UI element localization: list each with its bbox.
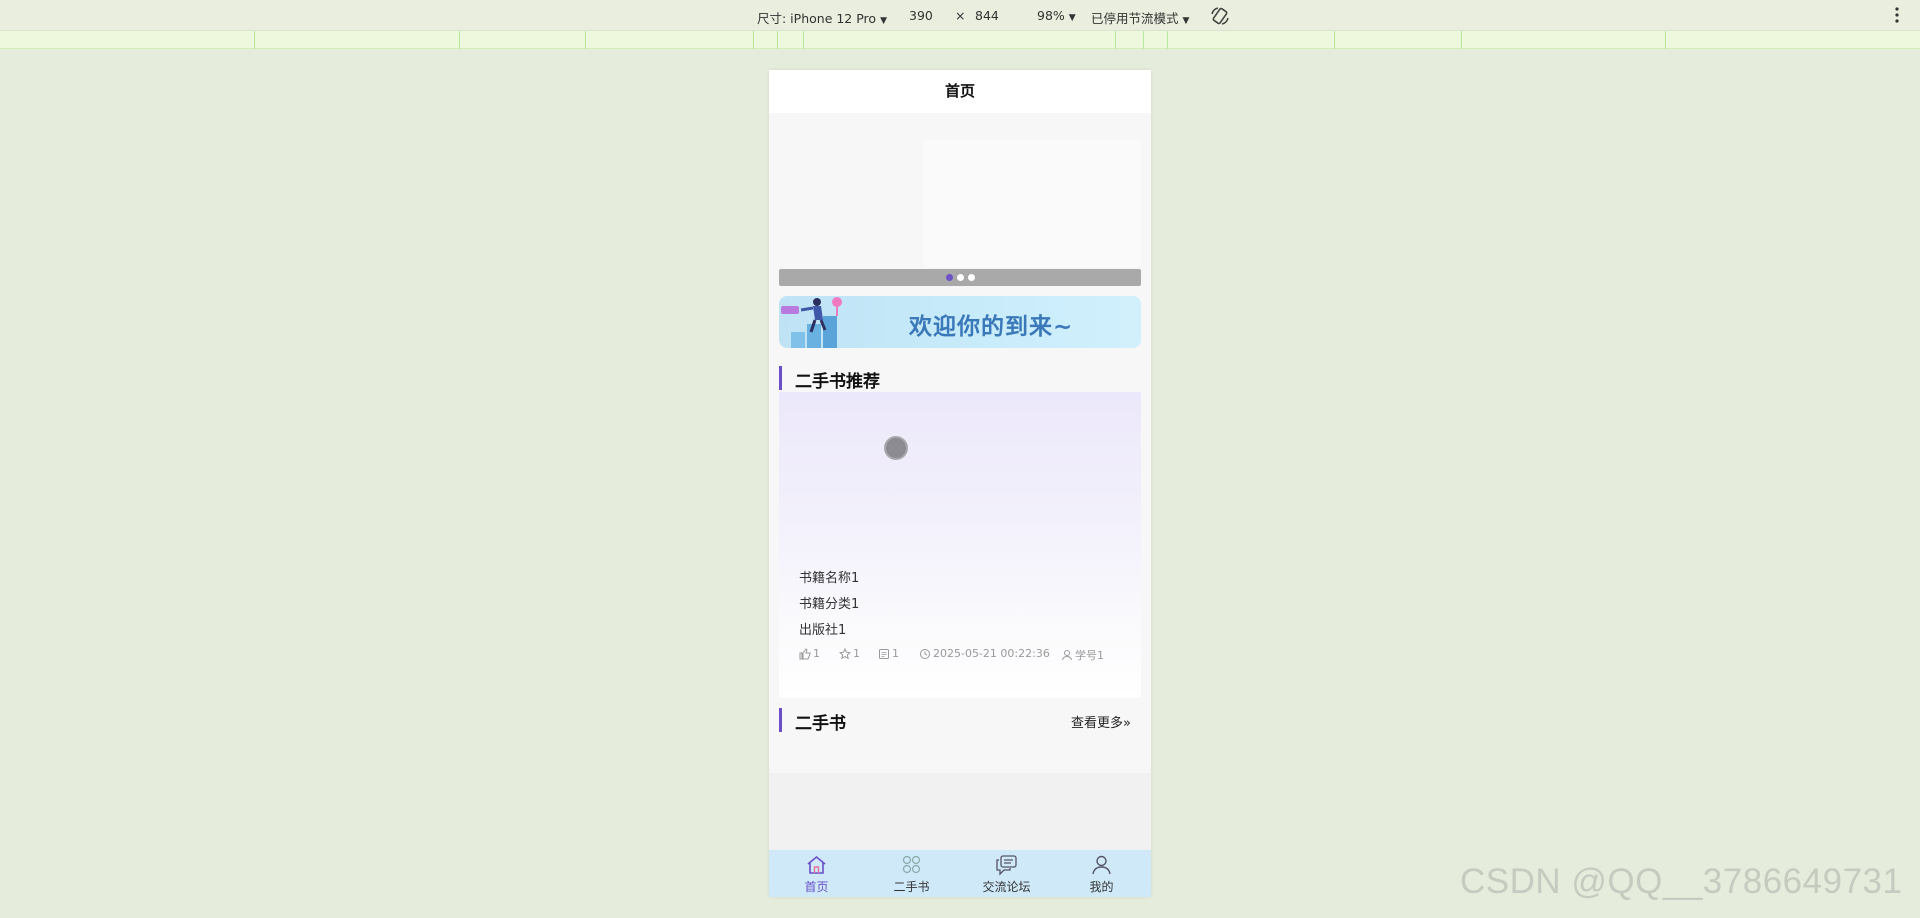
- tab-secondhand[interactable]: 二手书: [864, 850, 959, 897]
- ruler-mark[interactable]: [254, 31, 255, 49]
- user-icon: [1092, 855, 1111, 875]
- device-select[interactable]: 尺寸: iPhone 12 Pro ▼: [757, 8, 887, 27]
- ruler-mark[interactable]: [1143, 31, 1144, 49]
- throttle-select[interactable]: 已停用节流模式 ▼: [1091, 8, 1189, 27]
- view-more-link[interactable]: 查看更多»: [1071, 712, 1131, 731]
- ruler-mark[interactable]: [1665, 31, 1666, 49]
- recommend-book-card[interactable]: 书籍名称1 书籍分类1 出版社1 1 1 1 2025-05-21 00:22:…: [779, 392, 1141, 698]
- comment-icon: [879, 648, 889, 659]
- tab-home-label: 首页: [804, 880, 829, 894]
- rotate-icon[interactable]: [1209, 5, 1231, 27]
- tab-profile-label: 我的: [1089, 880, 1114, 894]
- grid-icon: [902, 855, 921, 874]
- publish-time-value: 2025-05-21 00:22:36: [933, 647, 1050, 660]
- comment-count[interactable]: 1: [878, 647, 899, 660]
- tab-secondhand-label: 二手书: [893, 880, 930, 894]
- author-value: 学号1: [1075, 649, 1104, 662]
- ruler-mark[interactable]: [1461, 31, 1462, 49]
- like-count-value: 1: [813, 647, 820, 660]
- page-title: 首页: [769, 70, 1151, 113]
- book-publisher: 出版社1: [799, 623, 847, 638]
- star-icon: [839, 647, 851, 659]
- recommend-section-title: 二手书推荐: [795, 372, 880, 392]
- ruler-mark[interactable]: [753, 31, 754, 49]
- tab-home[interactable]: 首页: [769, 850, 864, 897]
- book-name: 书籍名称1: [799, 571, 860, 586]
- book-meta-row: 1 1 1 2025-05-21 00:22:36 学号1: [799, 647, 1129, 663]
- user-icon: [1062, 650, 1072, 661]
- media-query-ruler: [0, 31, 1920, 49]
- zoom-select[interactable]: 98% ▼: [1037, 8, 1076, 23]
- ruler-mark[interactable]: [777, 31, 778, 49]
- page-bottom-spacer: [769, 773, 1151, 850]
- devtools-device-toolbar: 尺寸: iPhone 12 Pro ▼ 390 × 844 98% ▼ 已停用节流模…: [0, 0, 1920, 31]
- section-accent-bar: [779, 708, 782, 732]
- throttle-value: 已停用节流模式: [1091, 11, 1179, 26]
- clock-icon: [920, 648, 930, 659]
- device-label: 尺寸: iPhone 12 Pro: [757, 11, 877, 26]
- chevron-down-icon: ▼: [880, 16, 887, 26]
- ruler-mark[interactable]: [459, 31, 460, 49]
- favorite-count-value: 1: [853, 647, 860, 660]
- ruler-mark[interactable]: [585, 31, 586, 49]
- thumbs-up-icon: [799, 647, 811, 659]
- secondhand-section-header: 二手书 查看更多»: [779, 707, 1141, 734]
- chevron-down-icon: ▼: [1068, 13, 1076, 23]
- tab-forum[interactable]: 交流论坛: [959, 850, 1054, 897]
- phone-viewport: 首页 欢迎你的到来~ 二手书推荐 书籍名称1 书籍分类1 出版社1 1 1 1 …: [769, 70, 1151, 897]
- watermark: CSDN @QQ__3786649731: [1460, 862, 1903, 901]
- double-chevron-right-icon: »: [1123, 716, 1131, 731]
- publish-time: 2025-05-21 00:22:36: [919, 647, 1050, 660]
- ruler-mark[interactable]: [1115, 31, 1116, 49]
- viewport-width-input[interactable]: 390: [909, 8, 933, 23]
- more-vertical-icon[interactable]: [1894, 6, 1900, 24]
- tab-profile[interactable]: 我的: [1054, 850, 1149, 897]
- carousel-dot[interactable]: [967, 274, 975, 281]
- page-content: 欢迎你的到来~ 二手书推荐 书籍名称1 书籍分类1 出版社1 1 1 1 202…: [769, 113, 1151, 773]
- home-icon: [807, 855, 826, 874]
- bottom-tab-bar: 首页 二手书 交流论坛 我的: [769, 850, 1151, 897]
- favorite-count[interactable]: 1: [839, 647, 860, 660]
- author: 学号1: [1061, 647, 1104, 663]
- viewport-height-input[interactable]: 844: [975, 8, 999, 23]
- ruler-mark[interactable]: [1334, 31, 1335, 49]
- carousel-dot-active[interactable]: [945, 274, 953, 281]
- carousel-indicator: [779, 269, 1141, 286]
- chevron-down-icon: ▼: [1182, 16, 1190, 26]
- tab-forum-label: 交流论坛: [982, 880, 1031, 894]
- zoom-value: 98%: [1037, 8, 1065, 23]
- banner-illustration: [781, 297, 842, 348]
- dimension-separator: ×: [955, 8, 966, 23]
- touch-cursor-indicator: [884, 436, 908, 460]
- chat-icon: [996, 855, 1017, 876]
- ruler-mark[interactable]: [1167, 31, 1168, 49]
- banner-text: 欢迎你的到来~: [909, 314, 1074, 340]
- image-carousel[interactable]: [779, 135, 1141, 286]
- carousel-dot[interactable]: [956, 274, 964, 281]
- secondhand-section-title: 二手书: [795, 714, 846, 734]
- like-count[interactable]: 1: [799, 647, 820, 660]
- comment-count-value: 1: [892, 647, 899, 660]
- carousel-slide[interactable]: [923, 140, 1141, 267]
- ruler-mark[interactable]: [803, 31, 804, 49]
- view-more-label: 查看更多: [1071, 716, 1124, 731]
- recommend-section-header: 二手书推荐: [779, 365, 1141, 392]
- welcome-banner: 欢迎你的到来~: [779, 296, 1141, 348]
- book-category: 书籍分类1: [799, 597, 860, 612]
- section-accent-bar: [779, 366, 782, 390]
